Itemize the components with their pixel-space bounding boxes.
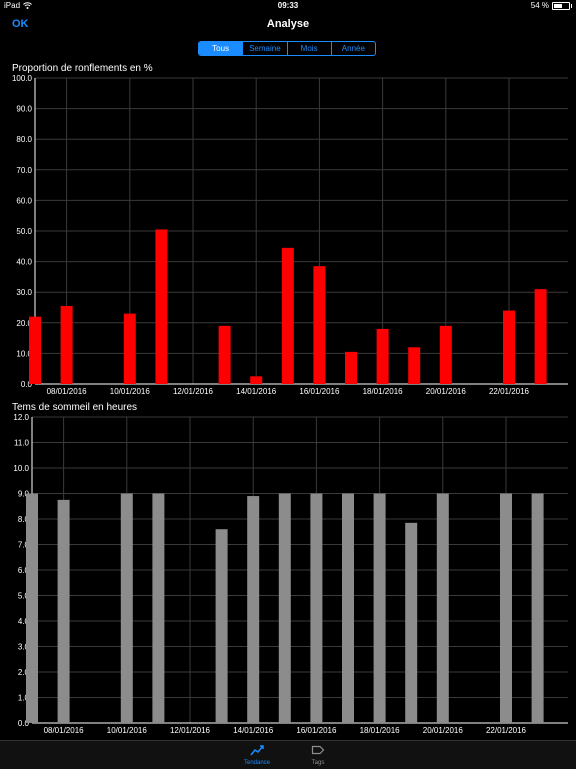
sleep-y-tick-label: 10.0 <box>13 464 29 473</box>
sleep-bar <box>152 493 165 723</box>
snoring-x-tick-label: 22/01/2016 <box>489 387 530 396</box>
snoring-x-tick-label: 18/01/2016 <box>363 387 404 396</box>
period-segmented-control: Tous Semaine Mois Année <box>198 41 376 56</box>
snoring-bar <box>155 229 168 384</box>
segment-month[interactable]: Mois <box>286 42 331 55</box>
snoring-bar <box>281 247 294 384</box>
sleep-bar <box>57 499 70 723</box>
sleep-bar <box>215 529 228 723</box>
segment-week[interactable]: Semaine <box>242 42 286 55</box>
sleep-bar <box>436 493 449 723</box>
segment-all[interactable]: Tous <box>199 42 243 55</box>
snoring-bar <box>250 376 263 384</box>
tag-icon <box>311 745 325 755</box>
sleep-y-tick-label: 12.0 <box>13 413 29 422</box>
tab-tags[interactable]: Tags <box>298 743 338 766</box>
navigation-bar: OK Analyse <box>0 12 576 36</box>
tab-trend[interactable]: Tendance <box>237 743 277 766</box>
sleep-bar <box>342 493 354 723</box>
snoring-y-tick-label: 90.0 <box>16 105 32 114</box>
sleep-bar <box>120 493 133 723</box>
status-time: 09:33 <box>277 1 299 10</box>
sleep-chart: 0.01.02.03.04.05.06.07.08.09.010.011.012… <box>13 413 568 735</box>
snoring-y-tick-label: 50.0 <box>16 227 32 236</box>
battery-icon <box>552 1 572 10</box>
sleep-x-tick-label: 16/01/2016 <box>296 726 337 735</box>
snoring-bar <box>408 347 421 384</box>
snoring-x-tick-label: 16/01/2016 <box>299 387 340 396</box>
segment-year[interactable]: Année <box>330 42 375 55</box>
snoring-bar <box>376 328 389 384</box>
snoring-x-tick-label: 10/01/2016 <box>110 387 151 396</box>
snoring-bar <box>534 289 547 384</box>
sleep-x-tick-label: 18/01/2016 <box>360 726 401 735</box>
snoring-bar <box>345 351 357 384</box>
snoring-y-tick-label: 30.0 <box>16 288 32 297</box>
sleep-bar <box>26 493 38 723</box>
tab-bar: Tendance Tags <box>0 740 576 769</box>
snoring-y-tick-label: 100.0 <box>12 74 33 83</box>
snoring-y-tick-label: 60.0 <box>16 196 32 205</box>
snoring-y-tick-label: 70.0 <box>16 166 32 175</box>
sleep-bar <box>247 496 260 723</box>
sleep-y-tick-label: 11.0 <box>14 439 30 448</box>
snoring-x-tick-label: 20/01/2016 <box>426 387 467 396</box>
snoring-bar <box>60 305 73 384</box>
snoring-chart: 0.010.020.030.040.050.060.070.080.090.01… <box>12 74 568 396</box>
trend-icon <box>250 745 264 756</box>
sleep-bar <box>373 493 386 723</box>
snoring-x-tick-label: 08/01/2016 <box>47 387 88 396</box>
sleep-x-tick-label: 20/01/2016 <box>423 726 464 735</box>
sleep-x-tick-label: 10/01/2016 <box>107 726 148 735</box>
page-title: Analyse <box>266 18 310 30</box>
snoring-y-tick-label: 80.0 <box>16 135 32 144</box>
sleep-x-tick-label: 08/01/2016 <box>44 726 85 735</box>
sleep-bar <box>310 493 323 723</box>
sleep-x-tick-label: 12/01/2016 <box>170 726 211 735</box>
sleep-bar <box>500 493 512 723</box>
snoring-bar <box>29 316 41 384</box>
tab-trend-label: Tendance <box>243 760 271 766</box>
sleep-x-tick-label: 22/01/2016 <box>486 726 527 735</box>
sleep-bar <box>531 493 544 723</box>
snoring-y-tick-label: 40.0 <box>16 258 32 267</box>
snoring-bar <box>123 313 136 384</box>
status-bar: iPad 09:33 54 % <box>0 0 576 12</box>
snoring-bar <box>218 325 231 384</box>
snoring-bar <box>439 325 452 384</box>
snoring-bar <box>313 266 326 384</box>
sleep-x-tick-label: 14/01/2016 <box>233 726 274 735</box>
sleep-bar <box>405 522 418 723</box>
tab-tags-label: Tags <box>311 760 325 766</box>
battery-percent: 54 % <box>530 1 549 10</box>
sleep-bar <box>278 493 291 723</box>
snoring-x-tick-label: 12/01/2016 <box>173 387 214 396</box>
snoring-bar <box>503 310 515 384</box>
snoring-x-tick-label: 14/01/2016 <box>236 387 277 396</box>
